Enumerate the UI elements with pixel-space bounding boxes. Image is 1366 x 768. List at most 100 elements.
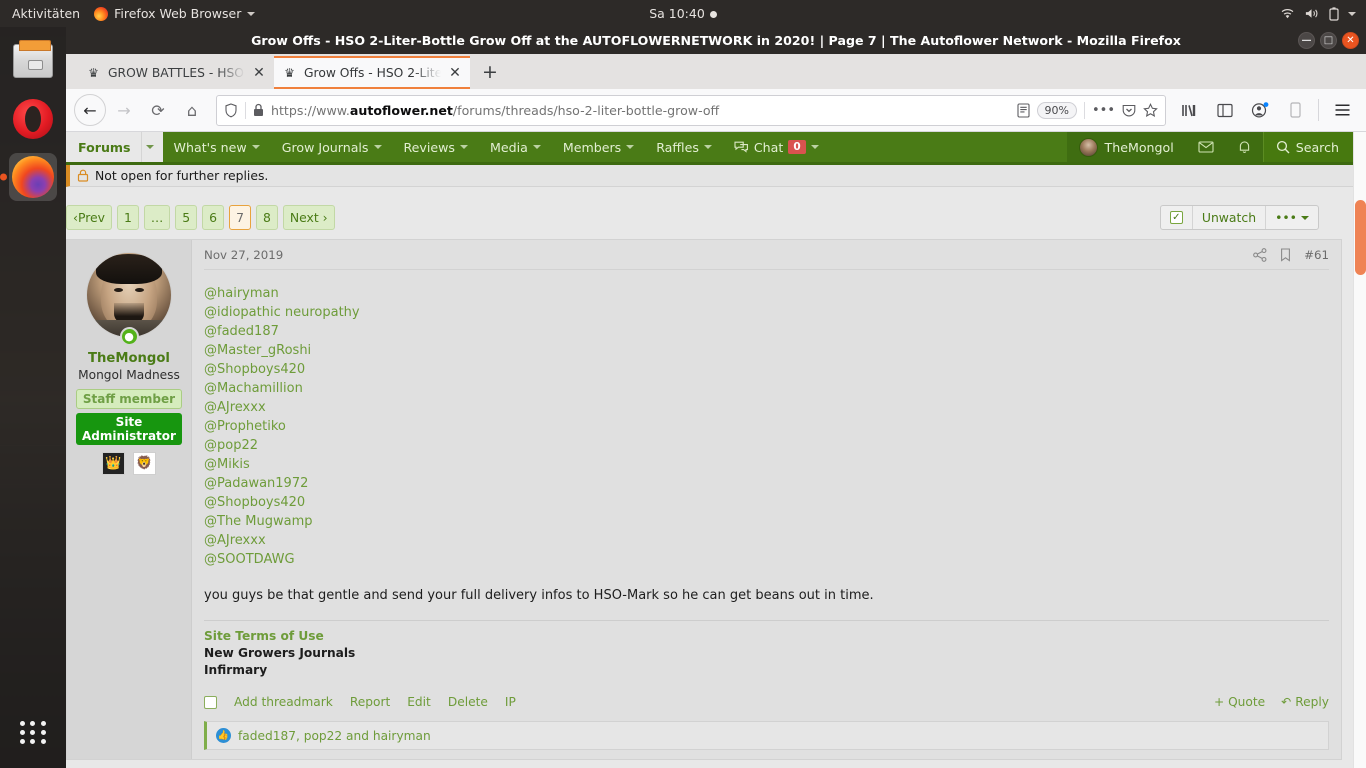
chevron-down-icon[interactable] [140, 132, 163, 162]
account-button[interactable] [1244, 94, 1276, 126]
signature-link-terms[interactable]: Site Terms of Use [204, 628, 1329, 645]
activities-button[interactable]: Aktivitäten [12, 6, 80, 21]
dock-item-files[interactable] [9, 37, 57, 85]
tab-close-icon[interactable]: ✕ [252, 65, 266, 81]
nav-item-media[interactable]: Media [479, 132, 552, 162]
nav-item-chat[interactable]: Chat 0 [723, 132, 830, 162]
notice-text: Not open for further replies. [95, 168, 269, 183]
post-date[interactable]: Nov 27, 2019 [204, 248, 283, 262]
app-menu-button[interactable] [1326, 94, 1358, 126]
post-author-panel: ● TheMongol Mongol Madness Staff member … [67, 240, 192, 759]
mention-link[interactable]: @SOOTDAWG [204, 550, 1329, 569]
forward-button[interactable]: → [108, 94, 140, 126]
watch-checkbox[interactable]: ✓ [1161, 206, 1192, 229]
crown-trophy-icon[interactable]: 👑 [102, 452, 125, 475]
unwatch-button[interactable]: Unwatch [1191, 206, 1265, 229]
minimize-button[interactable]: — [1298, 32, 1315, 49]
mention-link[interactable]: @Padawan1972 [204, 474, 1329, 493]
likes-text[interactable]: faded187, pop22 and hairyman [238, 729, 431, 743]
reader-view-icon[interactable] [1016, 102, 1030, 118]
clock-button[interactable]: Sa 10:40 [649, 6, 717, 21]
share-icon[interactable] [1253, 248, 1267, 262]
pagination-page-8[interactable]: 8 [255, 205, 278, 230]
mention-link[interactable]: @Shopboys420 [204, 493, 1329, 512]
vertical-scrollbar[interactable] [1353, 132, 1366, 768]
add-threadmark-button[interactable]: Add threadmark [234, 695, 333, 709]
dock-item-firefox[interactable] [9, 153, 57, 201]
bookmark-icon[interactable] [1280, 248, 1291, 262]
mention-link[interactable]: @Shopboys420 [204, 360, 1329, 379]
pagination-page-6[interactable]: 6 [202, 205, 225, 230]
shield-icon[interactable] [224, 102, 238, 118]
lion-trophy-icon[interactable]: 🦁 [133, 452, 156, 475]
chevron-down-icon [532, 145, 541, 149]
mention-link[interactable]: @hairyman [204, 284, 1329, 303]
system-status-area[interactable] [1280, 6, 1366, 21]
nav-item-members[interactable]: Members [552, 132, 645, 162]
page-content: Forums What's new Grow Journals Reviews … [66, 132, 1353, 768]
nav-item-raffles[interactable]: Raffles [645, 132, 723, 162]
nav-item-forums[interactable]: Forums [66, 132, 163, 162]
star-icon[interactable] [1143, 102, 1158, 118]
mention-link[interactable]: @Machamillion [204, 379, 1329, 398]
device-button[interactable] [1279, 94, 1311, 126]
inbox-button[interactable] [1185, 132, 1226, 162]
back-button[interactable]: ← [74, 94, 106, 126]
pagination-page-5[interactable]: 5 [175, 205, 198, 230]
browser-tab-2[interactable]: ♛ Grow Offs - HSO 2-Liter- ✕ [274, 56, 470, 89]
page-actions-button[interactable]: ••• [1092, 103, 1115, 118]
padlock-icon[interactable] [253, 103, 264, 117]
delete-button[interactable]: Delete [448, 695, 488, 709]
ip-button[interactable]: IP [505, 695, 516, 709]
tab-close-icon[interactable]: ✕ [448, 65, 462, 81]
mention-link[interactable]: @AJrexxx [204, 531, 1329, 550]
pagination-page-1[interactable]: 1 [117, 205, 139, 230]
reload-button[interactable]: ⟳ [142, 94, 174, 126]
nav-item-grow-journals[interactable]: Grow Journals [271, 132, 393, 162]
show-applications-button[interactable] [11, 710, 55, 754]
edit-button[interactable]: Edit [407, 695, 431, 709]
scrollbar-thumb[interactable] [1355, 200, 1366, 275]
mention-link[interactable]: @Mikis [204, 455, 1329, 474]
post-number[interactable]: #61 [1304, 248, 1329, 262]
pagination-ellipsis[interactable]: … [143, 205, 171, 230]
home-button[interactable]: ⌂ [176, 94, 208, 126]
browser-tab-1[interactable]: ♛ GROW BATTLES - HSO 2 ✕ [78, 56, 274, 89]
mention-link[interactable]: @AJrexxx [204, 398, 1329, 417]
reply-button[interactable]: ↶ Reply [1281, 695, 1329, 709]
library-button[interactable] [1174, 94, 1206, 126]
user-menu[interactable]: TheMongol [1066, 132, 1186, 162]
close-button[interactable]: ✕ [1342, 32, 1359, 49]
report-button[interactable]: Report [350, 695, 390, 709]
mention-link[interactable]: @faded187 [204, 322, 1329, 341]
pocket-icon[interactable] [1122, 103, 1136, 118]
avatar[interactable] [86, 252, 172, 338]
pagination-prev[interactable]: ‹Prev [66, 205, 112, 230]
sidebar-button[interactable] [1209, 94, 1241, 126]
pagination-next[interactable]: Next › [282, 205, 335, 230]
reply-label: Reply [1295, 695, 1329, 709]
maximize-button[interactable]: □ [1320, 32, 1337, 49]
alerts-button[interactable] [1225, 132, 1263, 162]
mention-link[interactable]: @The Mugwamp [204, 512, 1329, 531]
pagination-page-7-current[interactable]: 7 [229, 205, 251, 230]
post-select-checkbox[interactable] [204, 695, 217, 709]
quote-button[interactable]: + Quote [1214, 695, 1265, 709]
zoom-level-indicator[interactable]: 90% [1036, 101, 1077, 119]
mention-link[interactable]: @idiopathic neuropathy [204, 303, 1329, 322]
watch-controls: ✓ Unwatch ••• [1159, 205, 1319, 230]
dock-item-opera[interactable] [9, 95, 57, 143]
new-tab-button[interactable]: + [470, 56, 510, 89]
nav-item-label: Chat [753, 139, 784, 155]
nav-item-whats-new[interactable]: What's new [163, 132, 271, 162]
nav-item-reviews[interactable]: Reviews [393, 132, 480, 162]
crown-icon: ♛ [88, 65, 99, 80]
address-bar[interactable]: https://www.autoflower.net/forums/thread… [216, 94, 1166, 126]
search-button[interactable]: Search [1262, 132, 1353, 162]
post-author-name[interactable]: TheMongol [88, 351, 170, 366]
app-menu-firefox[interactable]: Firefox Web Browser [94, 6, 256, 21]
more-options-button[interactable]: ••• [1265, 206, 1318, 229]
mention-link[interactable]: @Master_gRoshi [204, 341, 1329, 360]
mention-link[interactable]: @pop22 [204, 436, 1329, 455]
mention-link[interactable]: @Prophetiko [204, 417, 1329, 436]
